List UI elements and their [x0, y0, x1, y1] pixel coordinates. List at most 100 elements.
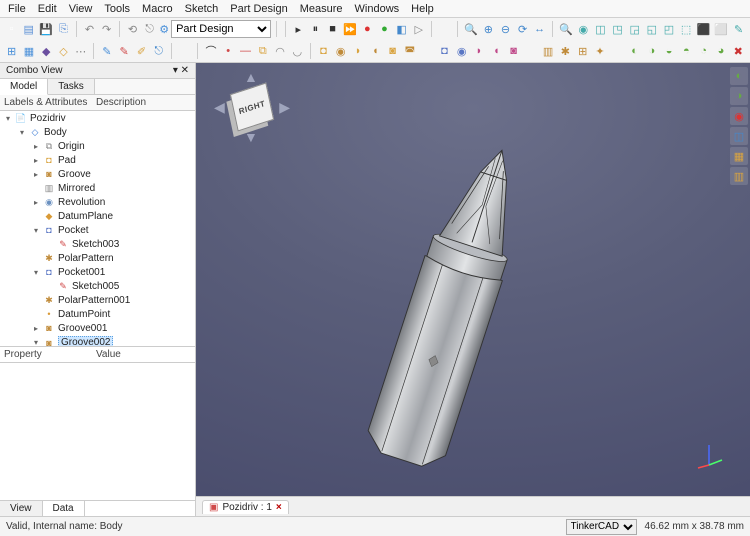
toolbar-button[interactable]: ⊕ — [481, 20, 496, 38]
toolbar-button[interactable]: ◙ — [506, 42, 521, 60]
toolbar-button[interactable]: ◙ — [385, 42, 400, 60]
expand-arrow-icon[interactable]: ▾ — [18, 128, 26, 137]
toolbar-button[interactable]: ◓ — [679, 42, 694, 60]
expand-arrow-icon[interactable]: ▸ — [32, 198, 40, 207]
toolbar-button[interactable]: ◗ — [471, 42, 486, 60]
tree-node[interactable]: ◆DatumPlane — [0, 209, 195, 223]
workbench-select[interactable]: Part Design — [171, 20, 271, 38]
toolbar-button[interactable]: 💾 — [38, 20, 54, 38]
toolbar-button[interactable]: ✦ — [592, 42, 607, 60]
model-tree[interactable]: ▾📄Pozidriv▾◇Body▸⧉Origin▸◘Pad▸◙Groove▥Mi… — [0, 111, 195, 346]
tree-node[interactable]: ▾◘Pocket001 — [0, 265, 195, 279]
side-toolbar-button[interactable]: ◐ — [730, 67, 748, 85]
toolbar-button[interactable] — [420, 42, 435, 60]
toolbar-button[interactable]: ◖ — [489, 42, 504, 60]
toolbar-button[interactable] — [437, 20, 452, 38]
toolbar-button[interactable]: ✐ — [134, 42, 149, 60]
toolbar-button[interactable]: ⊖ — [498, 20, 513, 38]
toolbar-button[interactable]: ◉ — [454, 42, 469, 60]
toolbar-button[interactable] — [523, 42, 538, 60]
prop-tab-view[interactable]: View — [0, 501, 43, 516]
tab-tasks[interactable]: Tasks — [48, 79, 95, 94]
nav-style-select[interactable]: TinkerCAD — [566, 519, 637, 535]
expand-arrow-icon[interactable]: ▸ — [32, 142, 40, 151]
toolbar-button[interactable]: ◱ — [644, 20, 659, 38]
expand-arrow-icon[interactable]: ▸ — [32, 170, 40, 179]
menu-part-design[interactable]: Part Design — [230, 3, 287, 15]
toolbar-button[interactable]: ◧ — [394, 20, 409, 38]
toolbar-button[interactable]: • — [221, 42, 236, 60]
toolbar-button[interactable]: ⏸ — [308, 20, 323, 38]
toolbar-button[interactable]: ▦ — [21, 42, 36, 60]
toolbar-button[interactable]: ◐ — [627, 42, 642, 60]
toolbar-button[interactable]: ◗ — [350, 42, 365, 60]
toolbar-button[interactable]: ◰ — [661, 20, 676, 38]
close-icon[interactable]: × — [276, 502, 282, 513]
toolbar-button[interactable]: ◘ — [316, 42, 331, 60]
tree-node[interactable]: ✎Sketch003 — [0, 237, 195, 251]
toolbar-button[interactable] — [177, 42, 192, 60]
side-toolbar-button[interactable]: ◫ — [730, 127, 748, 145]
toolbar-button[interactable]: ◠ — [272, 42, 287, 60]
toolbar-button[interactable]: ◕ — [713, 42, 728, 60]
toolbar-button[interactable]: ◇ — [56, 42, 71, 60]
expand-arrow-icon[interactable]: ▸ — [32, 156, 40, 165]
tree-node[interactable]: ▸◙Groove — [0, 167, 195, 181]
menu-windows[interactable]: Windows — [355, 3, 400, 15]
toolbar-button[interactable]: ⋯ — [73, 42, 88, 60]
toolbar-button[interactable]: ↶ — [82, 20, 97, 38]
tree-node[interactable]: ▸⧉Origin — [0, 139, 195, 153]
toolbar-button[interactable]: ◚ — [402, 42, 417, 60]
toolbar-button[interactable]: ⎋ — [151, 42, 166, 60]
toolbar-button[interactable]: ◒ — [661, 42, 676, 60]
toolbar-button[interactable]: ⊞ — [4, 42, 19, 60]
toolbar-button[interactable]: 🔍 — [558, 20, 574, 38]
toolbar-button[interactable]: ⧉ — [255, 42, 270, 60]
panel-menu-icon[interactable]: ▾ ✕ — [173, 65, 189, 76]
expand-arrow-icon[interactable]: ▾ — [32, 268, 40, 277]
tree-node[interactable]: ▸◙Groove001 — [0, 321, 195, 335]
tree-node[interactable]: ✱PolarPattern001 — [0, 293, 195, 307]
toolbar-button[interactable]: ▸ — [291, 20, 306, 38]
toolbar-button[interactable]: ◆ — [39, 42, 54, 60]
side-toolbar-button[interactable]: ◑ — [730, 87, 748, 105]
menu-view[interactable]: View — [69, 3, 93, 15]
tree-node[interactable]: ✱PolarPattern — [0, 251, 195, 265]
toolbar-button[interactable]: ◳ — [610, 20, 625, 38]
toolbar-button[interactable]: ● — [360, 20, 375, 38]
toolbar-button[interactable]: ⎘ — [56, 20, 71, 38]
tree-node[interactable]: ▾◘Pocket — [0, 223, 195, 237]
toolbar-button[interactable]: ◡ — [290, 42, 305, 60]
toolbar-button[interactable]: ◫ — [593, 20, 608, 38]
toolbar-button[interactable]: ✖ — [731, 42, 746, 60]
toolbar-button[interactable]: ⌒ — [203, 42, 218, 60]
toolbar-button[interactable]: ⎋ — [142, 20, 157, 38]
expand-arrow-icon[interactable]: ▸ — [32, 324, 40, 333]
prop-tab-data[interactable]: Data — [43, 501, 85, 516]
toolbar-button[interactable]: 🔍 — [463, 20, 479, 38]
tree-node[interactable]: ✎Sketch005 — [0, 279, 195, 293]
menu-macro[interactable]: Macro — [142, 3, 173, 15]
expand-arrow-icon[interactable]: ▾ — [32, 338, 40, 346]
toolbar-button[interactable]: ✎ — [99, 42, 114, 60]
toolbar-button[interactable]: ⏩ — [342, 20, 358, 38]
toolbar-button[interactable]: ↷ — [99, 20, 114, 38]
toolbar-button[interactable]: ◑ — [644, 42, 659, 60]
toolbar-button[interactable] — [610, 42, 625, 60]
toolbar-button[interactable]: ▤ — [21, 20, 36, 38]
side-toolbar-button[interactable]: ▥ — [730, 167, 748, 185]
toolbar-button[interactable]: ◉ — [333, 42, 348, 60]
toolbar-button[interactable]: ✎ — [117, 42, 132, 60]
toolbar-button[interactable]: ▷ — [411, 20, 426, 38]
tree-node[interactable]: ▾📄Pozidriv — [0, 111, 195, 125]
menu-edit[interactable]: Edit — [38, 3, 57, 15]
tree-node[interactable]: ▾◙Groove002 — [0, 335, 195, 346]
tree-node[interactable]: ▸◉Revolution — [0, 195, 195, 209]
menu-file[interactable]: File — [8, 3, 26, 15]
menu-tools[interactable]: Tools — [104, 3, 130, 15]
toolbar-button[interactable]: ▥ — [540, 42, 555, 60]
toolbar-button[interactable]: ↔ — [532, 20, 547, 38]
toolbar-button[interactable]: ● — [377, 20, 392, 38]
toolbar-button[interactable]: ⬜ — [713, 20, 729, 38]
tree-node[interactable]: ▾◇Body — [0, 125, 195, 139]
